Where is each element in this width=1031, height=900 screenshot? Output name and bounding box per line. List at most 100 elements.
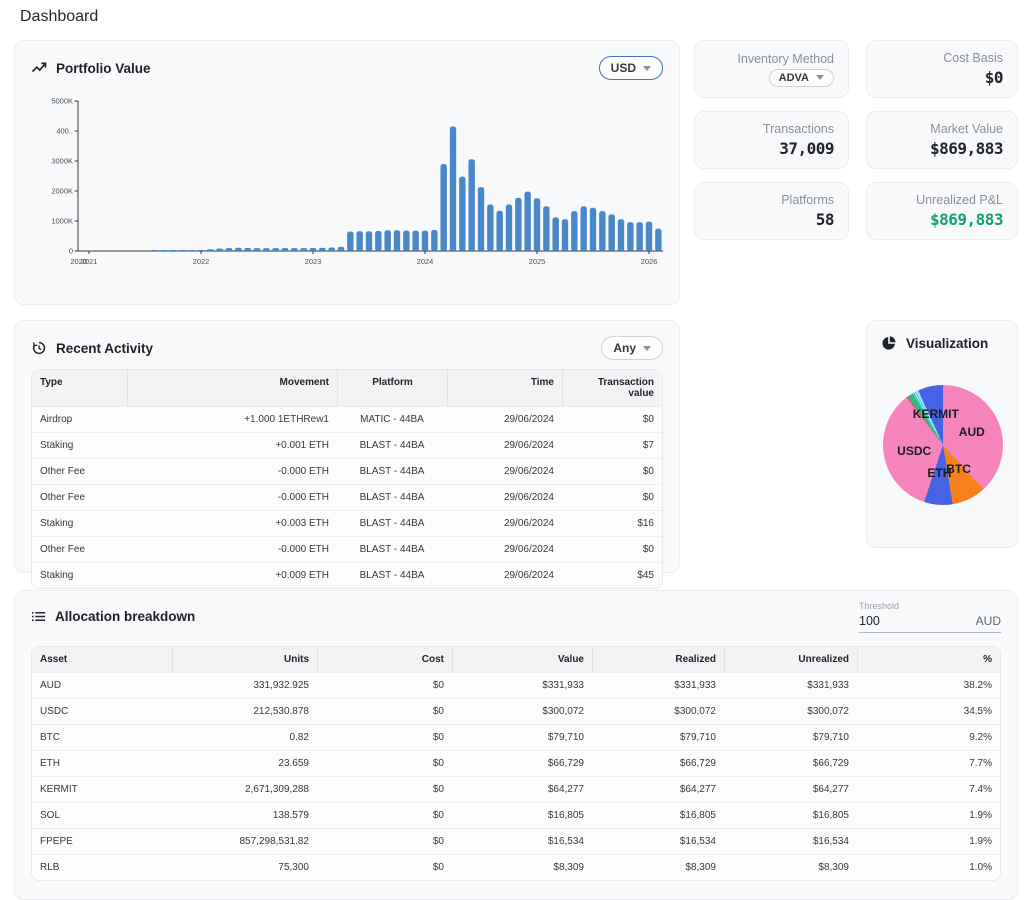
cell-percent: 1.0% (857, 855, 1000, 880)
table-row: Other Fee-0.000 ETHBLAST - 44BA29/06/202… (32, 484, 662, 510)
recent-activity-card: Recent Activity Any TypeMovementPlatform… (14, 320, 680, 573)
table-row: FPEPE857,298,531.82$0$16,534$16,534$16,5… (32, 828, 1000, 854)
column-header-movement: Movement (127, 370, 337, 406)
cell-time: 29/06/2024 (447, 459, 562, 484)
stat-label: Cost Basis (943, 51, 1003, 65)
svg-text:2026: 2026 (641, 257, 658, 266)
recent-activity-title: Recent Activity (56, 341, 153, 356)
table-header: TypeMovementPlatformTimeTransaction valu… (32, 370, 662, 406)
svg-text:1000K: 1000K (51, 217, 73, 226)
stat-value: 58 (816, 210, 834, 229)
cell-transaction-value: $16 (562, 511, 662, 536)
cell-asset: USDC (32, 699, 172, 724)
stat-label: Inventory Method (737, 52, 834, 66)
cell-cost: $0 (317, 725, 452, 750)
cell-realized: $66,729 (592, 751, 724, 776)
page-title: Dashboard (20, 8, 98, 26)
pie-label-kermit: KERMIT (913, 407, 959, 421)
cell-cost: $0 (317, 699, 452, 724)
stat-label: Transactions (763, 122, 834, 136)
stat-card-platforms: Platforms 58 (694, 182, 849, 240)
portfolio-bar-chart[interactable]: 5000K400..3000K2000K1000K020202021202220… (29, 93, 669, 288)
cell-value: $16,534 (452, 829, 592, 854)
cell-percent: 1.9% (857, 803, 1000, 828)
column-header-asset: Asset (32, 647, 172, 672)
cell-movement: -0.000 ETH (127, 459, 337, 484)
cell-realized: $79,710 (592, 725, 724, 750)
stat-value: $869,883 (930, 210, 1003, 229)
cell-transaction-value: $7 (562, 433, 662, 458)
threshold-input[interactable] (859, 614, 939, 628)
cell-value: $331,933 (452, 673, 592, 698)
table-header: AssetUnitsCostValueRealizedUnrealized% (32, 647, 1000, 672)
portfolio-card-title: Portfolio Value (56, 61, 151, 76)
cell-movement: -0.000 ETH (127, 485, 337, 510)
cell-value: $300,072 (452, 699, 592, 724)
table-row: KERMIT2,671,309,288$0$64,277$64,277$64,2… (32, 776, 1000, 802)
svg-text:2024: 2024 (417, 257, 434, 266)
stat-card-inventory-method: Inventory Method ADVA (694, 40, 849, 98)
currency-dropdown[interactable]: USD (599, 56, 663, 80)
activity-filter-dropdown[interactable]: Any (601, 336, 663, 360)
cell-percent: 9.2% (857, 725, 1000, 750)
cell-transaction-value: $0 (562, 485, 662, 510)
cell-units: 2,671,309,288 (172, 777, 317, 802)
pie-label-btc: BTC (946, 462, 971, 476)
svg-text:3000K: 3000K (51, 157, 73, 166)
cell-unrealized: $300,072 (724, 699, 857, 724)
stat-label: Platforms (781, 193, 834, 207)
cell-time: 29/06/2024 (447, 433, 562, 458)
cell-time: 29/06/2024 (447, 563, 562, 588)
cell-movement: -0.000 ETH (127, 537, 337, 562)
cell-unrealized: $8,309 (724, 855, 857, 880)
cell-type: Staking (32, 511, 127, 536)
table-row: BTC0.82$0$79,710$79,710$79,7109.2% (32, 724, 1000, 750)
cell-time: 29/06/2024 (447, 407, 562, 432)
cell-time: 29/06/2024 (447, 511, 562, 536)
cell-units: 75,300 (172, 855, 317, 880)
list-icon (31, 609, 46, 624)
table-row: Staking+0.001 ETHBLAST - 44BA29/06/2024$… (32, 432, 662, 458)
threshold-label: Threshold (859, 601, 1001, 611)
cell-unrealized: $79,710 (724, 725, 857, 750)
cell-units: 857,298,531.82 (172, 829, 317, 854)
column-header-percent: % (857, 647, 1000, 672)
inventory-method-value: ADVA (779, 72, 809, 84)
inventory-method-dropdown[interactable]: ADVA (769, 69, 834, 87)
stat-value: $0 (985, 68, 1003, 87)
cell-realized: $16,805 (592, 803, 724, 828)
cell-asset: AUD (32, 673, 172, 698)
column-header-cost: Cost (317, 647, 452, 672)
cell-percent: 7.4% (857, 777, 1000, 802)
stat-value: 37,009 (779, 139, 834, 158)
allocation-table: AssetUnitsCostValueRealizedUnrealized%AU… (31, 646, 1001, 881)
stat-card-market-value: Market Value$869,883 (866, 111, 1018, 169)
allocation-pie-chart[interactable]: KERMITAUDUSDCETHBTC (883, 385, 1003, 505)
history-clock-icon (31, 340, 47, 356)
table-row: RLB75,300$0$8,309$8,309$8,3091.0% (32, 854, 1000, 880)
trending-up-icon (31, 60, 47, 76)
cell-value: $79,710 (452, 725, 592, 750)
stats-grid: Inventory Method ADVA Cost Basis $0 Transact… (694, 40, 1018, 240)
cell-cost: $0 (317, 673, 452, 698)
cell-value: $66,729 (452, 751, 592, 776)
column-header-value: Value (452, 647, 592, 672)
column-header-platform: Platform (337, 370, 447, 406)
table-row: Other Fee-0.000 ETHBLAST - 44BA29/06/202… (32, 458, 662, 484)
cell-type: Other Fee (32, 459, 127, 484)
cell-transaction-value: $0 (562, 407, 662, 432)
cell-transaction-value: $45 (562, 563, 662, 588)
cell-value: $16,805 (452, 803, 592, 828)
column-header-unrealized: Unrealized (724, 647, 857, 672)
cell-units: 0.82 (172, 725, 317, 750)
table-row: USDC212,530.878$0$300,072$300,072$300,07… (32, 698, 1000, 724)
cell-unrealized: $331,933 (724, 673, 857, 698)
threshold-widget: Threshold AUD (859, 601, 1001, 633)
cell-movement: +0.003 ETH (127, 511, 337, 536)
cell-realized: $16,534 (592, 829, 724, 854)
table-row: SOL138.579$0$16,805$16,805$16,8051.9% (32, 802, 1000, 828)
allocation-title: Allocation breakdown (55, 609, 195, 624)
stat-label: Market Value (930, 122, 1003, 136)
cell-platform: MATIC - 44BA (337, 407, 447, 432)
cell-cost: $0 (317, 751, 452, 776)
